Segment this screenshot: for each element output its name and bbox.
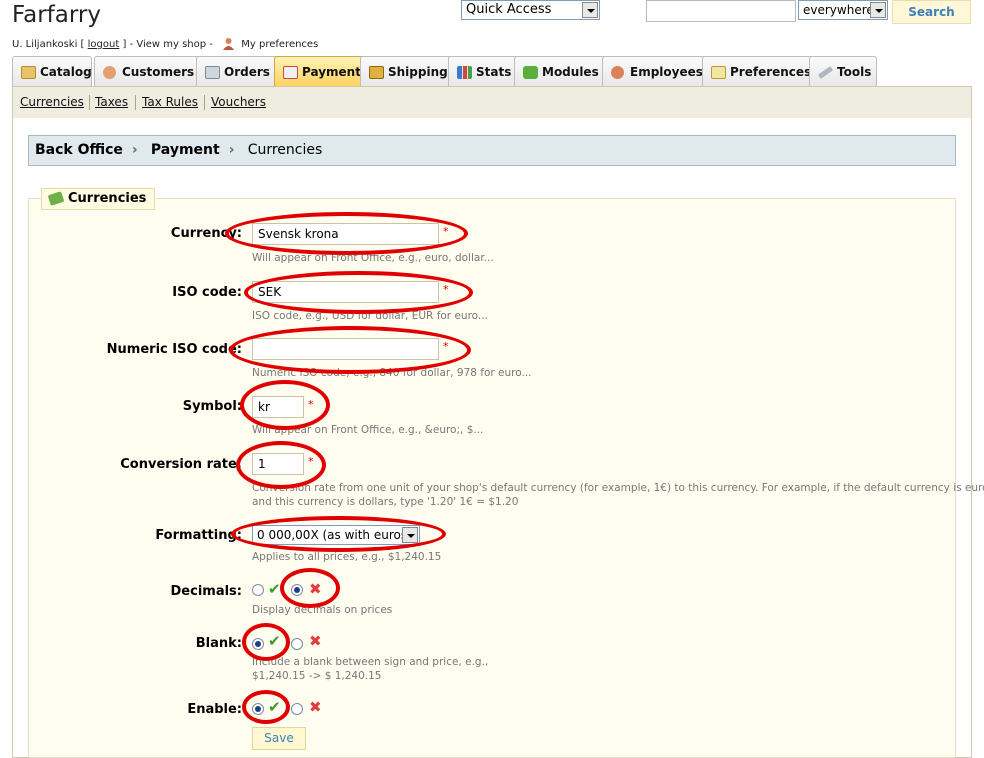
currency-form bbox=[28, 198, 956, 758]
main-tabs: Catalog Customers Orders Payment Shippin… bbox=[12, 56, 972, 88]
tab-label: Customers bbox=[122, 65, 195, 79]
breadcrumb: Back Office › Payment › Currencies bbox=[28, 135, 956, 166]
search-input[interactable] bbox=[646, 0, 796, 22]
conversion-hint-2: and this currency is dollars, type '1.20… bbox=[252, 496, 519, 508]
tab-label: Shipping bbox=[388, 65, 448, 79]
chevron-down-icon[interactable] bbox=[870, 2, 886, 18]
tab-employees[interactable]: Employees bbox=[602, 56, 712, 87]
tab-label: Modules bbox=[542, 65, 599, 79]
subtab-divider bbox=[204, 95, 205, 110]
payment-icon bbox=[283, 66, 298, 79]
blank-hint-2: $1,240.15 -> $ 1,240.15 bbox=[252, 670, 382, 682]
tab-label: Employees bbox=[630, 65, 703, 79]
breadcrumb-section[interactable]: Payment bbox=[151, 142, 220, 158]
user-preferences-icon bbox=[223, 38, 235, 50]
customers-icon bbox=[103, 66, 116, 79]
subtab-currencies[interactable]: Currencies bbox=[20, 95, 84, 109]
annotation-ellipse bbox=[240, 380, 330, 430]
annotation-ellipse bbox=[229, 326, 471, 374]
blank-no-radio[interactable] bbox=[291, 638, 303, 650]
money-icon bbox=[47, 191, 65, 206]
tab-orders[interactable]: Orders bbox=[196, 56, 282, 87]
cross-icon: ✖ bbox=[309, 632, 322, 650]
formatting-hint: Applies to all prices, e.g., $1,240.15 bbox=[252, 551, 442, 563]
enable-label: Enable: bbox=[187, 702, 242, 717]
tab-tools[interactable]: Tools bbox=[809, 56, 877, 87]
chevron-right-icon: › bbox=[131, 142, 138, 158]
tab-label: Payment bbox=[302, 65, 361, 79]
truck-icon bbox=[369, 66, 384, 79]
tab-stats[interactable]: Stats bbox=[448, 56, 520, 87]
tab-shipping[interactable]: Shipping bbox=[360, 56, 456, 87]
enable-no-radio[interactable] bbox=[291, 703, 303, 715]
form-legend-title: Currencies bbox=[68, 191, 147, 206]
conversion-rate-label: Conversion rate: bbox=[120, 457, 242, 472]
my-preferences-link[interactable]: My preferences bbox=[241, 39, 318, 50]
shop-name: Farfarry bbox=[12, 2, 101, 28]
quick-access-select[interactable]: Quick Access bbox=[461, 0, 600, 20]
tab-preferences[interactable]: Preferences bbox=[702, 56, 817, 87]
numeric-iso-label: Numeric ISO code: bbox=[106, 342, 242, 357]
tab-label: Stats bbox=[476, 65, 512, 79]
tab-label: Orders bbox=[224, 65, 270, 79]
cart-icon bbox=[205, 66, 220, 79]
wrench-icon bbox=[817, 66, 834, 79]
subtab-divider bbox=[135, 95, 136, 110]
chevron-right-icon: › bbox=[228, 142, 235, 158]
quick-access-value: Quick Access bbox=[466, 2, 552, 17]
decimals-yes-radio[interactable] bbox=[252, 584, 264, 596]
annotation-ellipse bbox=[225, 212, 468, 255]
annotation-ellipse bbox=[242, 690, 290, 724]
subtab-vouchers[interactable]: Vouchers bbox=[211, 95, 266, 109]
chevron-down-icon[interactable] bbox=[582, 2, 598, 18]
annotation-ellipse bbox=[236, 441, 326, 489]
save-button[interactable]: Save bbox=[252, 727, 306, 750]
logout-link[interactable]: logout bbox=[88, 39, 120, 50]
conversion-hint: Conversion rate from one unit of your sh… bbox=[252, 482, 984, 494]
check-icon: ✔ bbox=[268, 580, 281, 598]
subtab-tax-rules[interactable]: Tax Rules bbox=[142, 95, 198, 109]
user-line: U. Liljankoski [ logout ] - View my shop… bbox=[12, 37, 318, 50]
cross-icon: ✖ bbox=[309, 698, 322, 716]
annotation-ellipse bbox=[231, 516, 446, 552]
tab-modules[interactable]: Modules bbox=[514, 56, 612, 87]
blank-label: Blank: bbox=[195, 636, 242, 651]
annotation-ellipse bbox=[280, 568, 340, 608]
user-name: U. Liljankoski [ bbox=[12, 39, 85, 50]
formatting-label: Formatting: bbox=[155, 528, 242, 543]
search-scope-value: everywhere bbox=[803, 3, 874, 17]
symbol-label: Symbol: bbox=[182, 399, 242, 414]
tab-catalog[interactable]: Catalog bbox=[12, 56, 92, 87]
employees-icon bbox=[611, 66, 624, 79]
currency-label: Currency: bbox=[170, 226, 242, 241]
blank-hint: Include a blank between sign and price, … bbox=[252, 656, 489, 668]
form-legend: Currencies bbox=[41, 188, 156, 210]
search-scope-select[interactable]: everywhere bbox=[798, 0, 888, 20]
tab-label: Preferences bbox=[730, 65, 812, 79]
tab-customers[interactable]: Customers bbox=[94, 56, 204, 87]
preferences-icon bbox=[711, 66, 726, 79]
tab-label: Catalog bbox=[40, 65, 92, 79]
catalog-icon bbox=[21, 66, 36, 79]
subtab-taxes[interactable]: Taxes bbox=[95, 95, 128, 109]
tab-payment[interactable]: Payment bbox=[274, 56, 370, 88]
puzzle-icon bbox=[523, 66, 538, 79]
annotation-ellipse bbox=[242, 623, 290, 661]
decimals-label: Decimals: bbox=[170, 584, 242, 599]
search-button[interactable]: Search bbox=[892, 0, 971, 24]
tab-label: Tools bbox=[837, 65, 872, 79]
subtab-divider bbox=[89, 95, 90, 110]
subtabs: Currencies Taxes Tax Rules Vouchers bbox=[12, 86, 972, 119]
stats-icon bbox=[457, 66, 472, 79]
iso-code-label: ISO code: bbox=[172, 285, 242, 300]
user-line-rest: ] - View my shop - bbox=[122, 39, 213, 50]
breadcrumb-root[interactable]: Back Office bbox=[35, 142, 123, 158]
breadcrumb-current: Currencies bbox=[247, 142, 323, 158]
annotation-ellipse bbox=[244, 271, 473, 314]
